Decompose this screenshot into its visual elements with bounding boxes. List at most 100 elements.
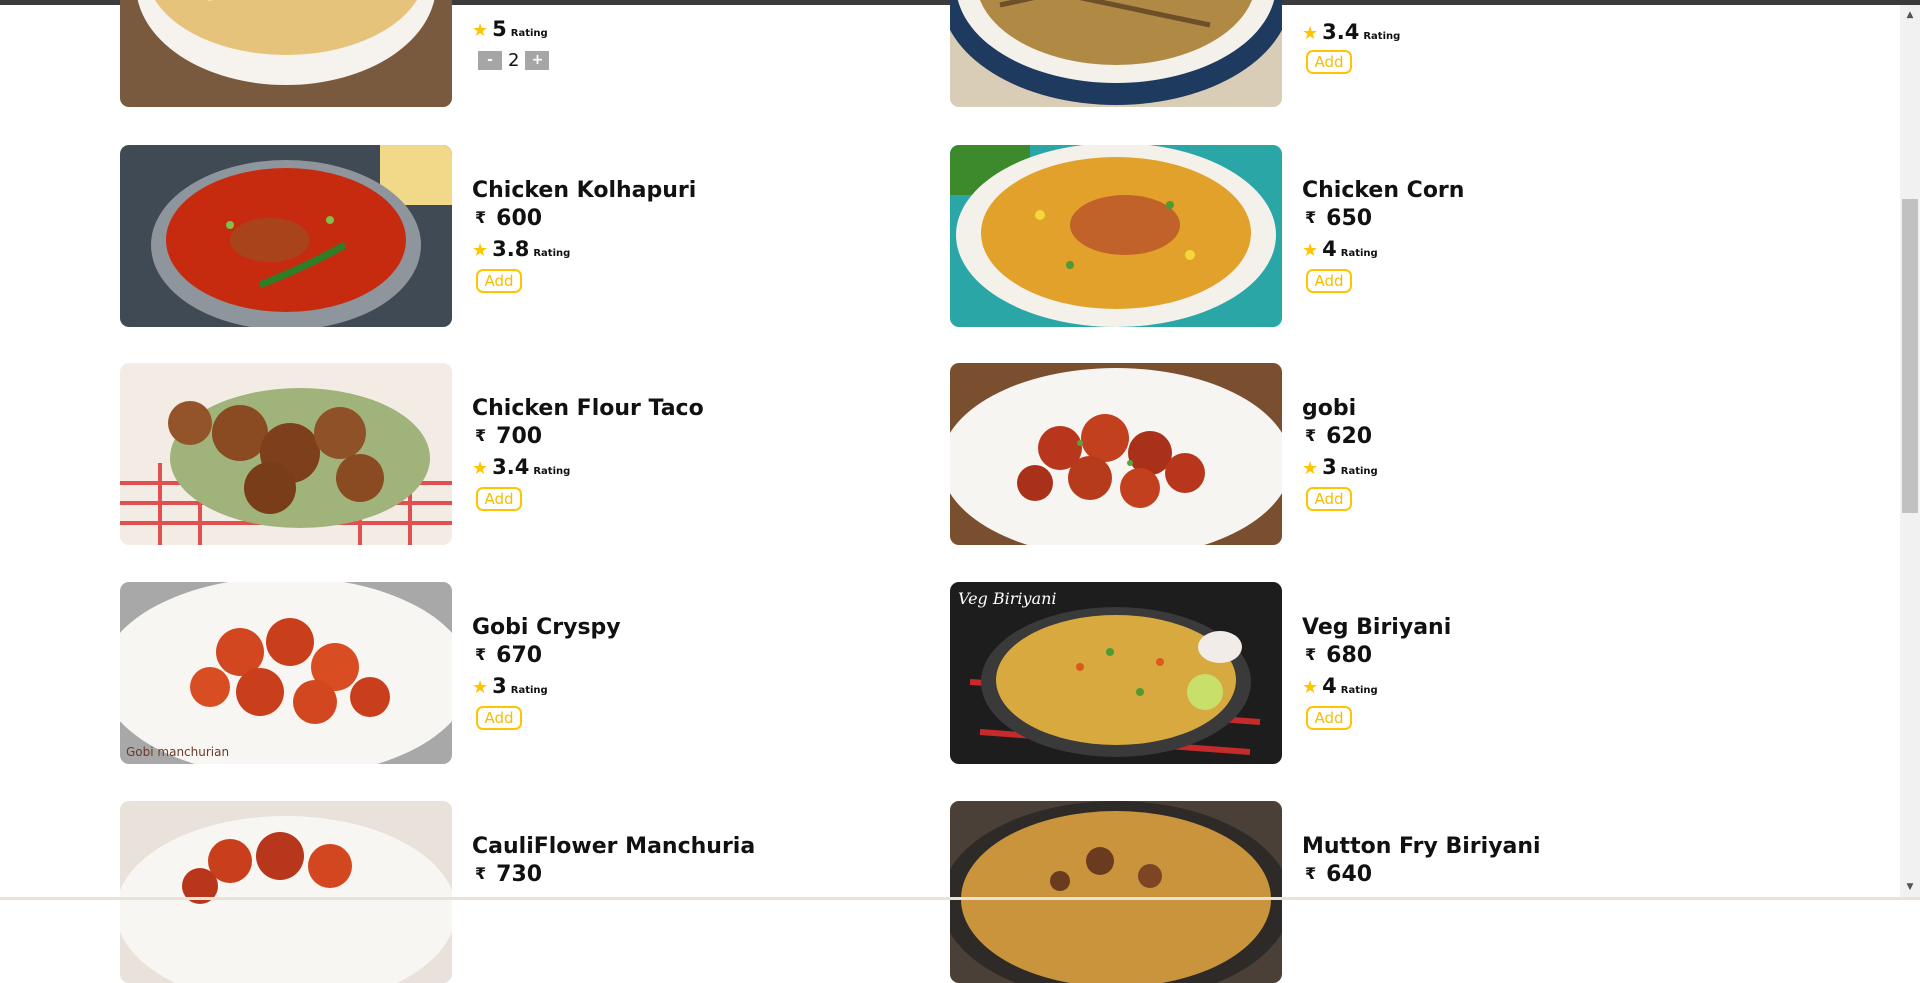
menu-item-card: Chicken Corn ₹650 ★ 4 Rating Add [950,145,1710,327]
star-icon: ★ [1302,240,1319,261]
food-image [950,145,1282,327]
food-image [120,363,452,545]
add-button[interactable]: Add [1306,487,1352,511]
add-button[interactable]: Add [1306,269,1352,293]
rating-row: ★ 4 Rating [1302,674,1378,698]
rupee-icon: ₹ [475,645,487,664]
rating-label: Rating [533,466,571,477]
add-button[interactable]: Add [1306,706,1352,730]
price-row: ₹650 [1305,206,1372,231]
price-row: ₹730 [475,862,542,887]
quantity-stepper: -2 + [478,50,550,71]
star-icon: ★ [472,458,489,479]
rating-row: ★ 4 Rating [1302,237,1378,261]
item-rating: 4 [1322,237,1337,261]
rating-row: ★ 3 Rating [472,674,548,698]
item-price: 680 [1326,643,1373,668]
item-rating: 3 [1322,455,1337,479]
increment-button[interactable]: + [525,51,550,70]
item-price: 700 [496,424,543,449]
menu-item-card: CauliFlower Manchuria ₹730 [120,801,880,983]
rating-label: Rating [510,685,548,696]
food-image [950,801,1282,983]
menu-item-card: ★ 3.4 Rating Add [950,0,1710,107]
decrement-button[interactable]: - [478,51,502,70]
item-name: Chicken Kolhapuri [472,178,697,203]
menu-item-card: Chicken Flour Taco ₹700 ★ 3.4 Rating Add [120,363,880,545]
item-name: gobi [1302,396,1357,421]
star-icon: ★ [472,240,489,261]
vertical-scrollbar[interactable]: ▲ ▼ [1900,5,1920,897]
food-image [120,145,452,327]
star-icon: ★ [1302,458,1319,479]
image-caption: Gobi manchurian [126,745,229,759]
price-row: ₹620 [1305,424,1372,449]
rating-row: ★ 3.8 Rating [472,237,570,261]
rating-label: Rating [510,28,548,39]
food-image [120,0,452,107]
menu-item-card: ★ 5 Rating -2 + [120,0,880,107]
price-row: ₹600 [475,206,542,231]
rupee-icon: ₹ [475,864,487,883]
item-price: 650 [1326,206,1373,231]
item-name: Mutton Fry Biriyani [1302,834,1541,859]
rating-row: ★ 3 Rating [1302,455,1378,479]
rupee-icon: ₹ [1305,645,1317,664]
star-icon: ★ [1302,23,1319,44]
item-rating: 5 [492,17,507,41]
food-image: Veg Biriyani [950,582,1282,764]
item-name: Veg Biriyani [1302,615,1452,640]
rating-row: ★ 3.4 Rating [472,455,570,479]
item-rating: 3 [492,674,507,698]
price-row: ₹680 [1305,643,1372,668]
price-row: ₹700 [475,424,542,449]
rupee-icon: ₹ [1305,208,1317,227]
add-button[interactable]: Add [476,706,522,730]
rupee-icon: ₹ [475,426,487,445]
star-icon: ★ [1302,677,1319,698]
food-image [950,363,1282,545]
rating-label: Rating [1340,466,1378,477]
rating-label: Rating [533,248,571,259]
price-row: ₹670 [475,643,542,668]
item-rating: 4 [1322,674,1337,698]
food-image: Gobi manchurian [120,582,452,764]
food-image [120,801,452,983]
item-name: Gobi Cryspy [472,615,621,640]
star-icon: ★ [472,677,489,698]
menu-item-card: Mutton Fry Biriyani ₹640 [950,801,1710,983]
rupee-icon: ₹ [1305,864,1317,883]
scroll-down-arrow-icon[interactable]: ▼ [1900,881,1920,893]
add-button[interactable]: Add [1306,50,1352,74]
star-icon: ★ [472,20,489,41]
food-image [950,0,1282,107]
price-row: ₹640 [1305,862,1372,887]
item-name: Chicken Corn [1302,178,1465,203]
item-rating: 3.4 [1322,20,1360,44]
item-rating: 3.8 [492,237,530,261]
rating-label: Rating [1340,248,1378,259]
item-price: 640 [1326,862,1373,887]
menu-item-card: Chicken Kolhapuri ₹600 ★ 3.8 Rating Add [120,145,880,327]
rating-label: Rating [1363,31,1401,42]
scrollbar-thumb[interactable] [1902,199,1918,513]
item-price: 620 [1326,424,1373,449]
item-name: CauliFlower Manchuria [472,834,756,859]
item-name: Chicken Flour Taco [472,396,704,421]
rating-label: Rating [1340,685,1378,696]
rating-row: ★ 3.4 Rating [1302,20,1400,44]
menu-item-card: gobi ₹620 ★ 3 Rating Add [950,363,1710,545]
image-caption: Veg Biriyani [958,589,1057,608]
rupee-icon: ₹ [1305,426,1317,445]
item-price: 670 [496,643,543,668]
add-button[interactable]: Add [476,269,522,293]
menu-item-card: Veg Biriyani Veg Biriyani ₹680 ★ 4 Rating … [950,582,1710,764]
menu-item-card: Gobi manchurian Gobi Cryspy ₹670 ★ 3 Ratin… [120,582,880,764]
rupee-icon: ₹ [475,208,487,227]
quantity-value: 2 [508,50,520,71]
add-button[interactable]: Add [476,487,522,511]
item-price: 730 [496,862,543,887]
rating-row: ★ 5 Rating [472,17,548,41]
scroll-up-arrow-icon[interactable]: ▲ [1900,9,1920,21]
item-price: 600 [496,206,543,231]
